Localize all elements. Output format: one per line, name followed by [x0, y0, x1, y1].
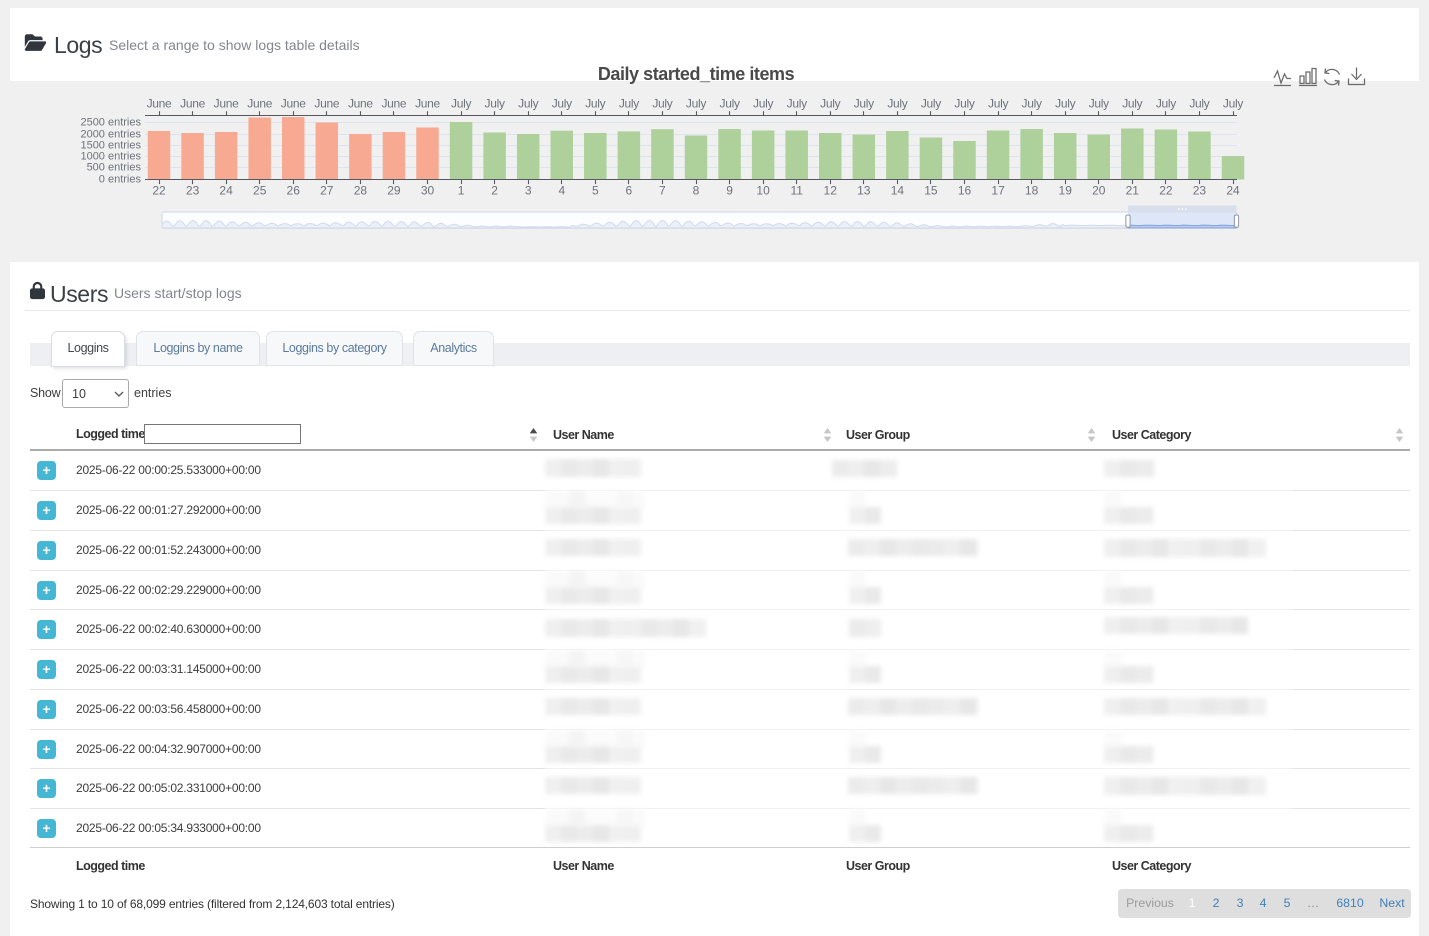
svg-text:June: June — [348, 97, 373, 111]
svg-text:June: June — [381, 97, 406, 111]
svg-text:24: 24 — [219, 184, 233, 198]
svg-text:22: 22 — [1159, 184, 1173, 198]
svg-text:1000 entries: 1000 entries — [80, 151, 141, 163]
svg-text:25: 25 — [253, 184, 267, 198]
svg-text:June: June — [247, 97, 272, 111]
svg-text:12: 12 — [824, 184, 838, 198]
svg-text:9: 9 — [726, 184, 733, 198]
svg-text:July: July — [988, 97, 1008, 111]
svg-text:July: July — [1122, 97, 1142, 111]
svg-text:11: 11 — [790, 184, 803, 198]
svg-text:13: 13 — [857, 184, 871, 198]
svg-text:6: 6 — [626, 184, 633, 198]
svg-text:July: July — [720, 97, 740, 111]
svg-text:July: July — [787, 97, 807, 111]
svg-text:July: July — [1089, 97, 1109, 111]
svg-text:July: July — [1022, 97, 1042, 111]
svg-text:June: June — [214, 97, 239, 111]
svg-text:7: 7 — [659, 184, 666, 198]
svg-text:22: 22 — [152, 184, 166, 198]
svg-text:23: 23 — [186, 184, 200, 198]
svg-text:21: 21 — [1126, 184, 1140, 198]
svg-text:July: July — [585, 97, 605, 111]
svg-text:July: July — [518, 97, 538, 111]
svg-text:June: June — [415, 97, 440, 111]
svg-text:June: June — [281, 97, 306, 111]
svg-text:June: June — [180, 97, 205, 111]
svg-text:19: 19 — [1059, 184, 1073, 198]
svg-text:10: 10 — [756, 184, 770, 198]
svg-text:July: July — [854, 97, 874, 111]
svg-text:July: July — [451, 97, 471, 111]
svg-text:15: 15 — [924, 184, 938, 198]
svg-text:July: July — [652, 97, 672, 111]
svg-text:July: July — [1055, 97, 1075, 111]
svg-text:July: July — [954, 97, 974, 111]
svg-text:27: 27 — [320, 184, 334, 198]
svg-text:24: 24 — [1226, 184, 1240, 198]
svg-text:July: July — [1189, 97, 1209, 111]
svg-text:June: June — [314, 97, 339, 111]
svg-text:July: July — [1156, 97, 1176, 111]
svg-text:20: 20 — [1092, 184, 1106, 198]
svg-text:5: 5 — [592, 184, 599, 198]
svg-text:3: 3 — [525, 184, 532, 198]
svg-text:July: July — [887, 97, 907, 111]
svg-text:July: July — [552, 97, 572, 111]
svg-text:July: July — [820, 97, 840, 111]
svg-text:23: 23 — [1193, 184, 1207, 198]
svg-text:28: 28 — [354, 184, 368, 198]
svg-text:500 entries: 500 entries — [87, 162, 142, 174]
svg-text:2: 2 — [491, 184, 498, 198]
svg-text:30: 30 — [421, 184, 435, 198]
svg-text:July: July — [1223, 97, 1243, 111]
svg-text:17: 17 — [991, 184, 1005, 198]
svg-text:29: 29 — [387, 184, 401, 198]
svg-text:18: 18 — [1025, 184, 1039, 198]
svg-text:8: 8 — [693, 184, 700, 198]
svg-text:2000 entries: 2000 entries — [80, 129, 141, 141]
svg-text:1500 entries: 1500 entries — [80, 140, 141, 152]
svg-text:14: 14 — [891, 184, 905, 198]
svg-text:July: July — [485, 97, 505, 111]
svg-text:1: 1 — [458, 184, 465, 198]
svg-text:16: 16 — [958, 184, 972, 198]
svg-text:4: 4 — [558, 184, 565, 198]
svg-text:0 entries: 0 entries — [99, 174, 142, 186]
svg-text:26: 26 — [287, 184, 301, 198]
svg-text:July: July — [921, 97, 941, 111]
svg-text:July: July — [619, 97, 639, 111]
svg-text:July: July — [686, 97, 706, 111]
svg-text:2500 entries: 2500 entries — [80, 117, 141, 129]
svg-text:July: July — [753, 97, 773, 111]
svg-text:June: June — [147, 97, 172, 111]
